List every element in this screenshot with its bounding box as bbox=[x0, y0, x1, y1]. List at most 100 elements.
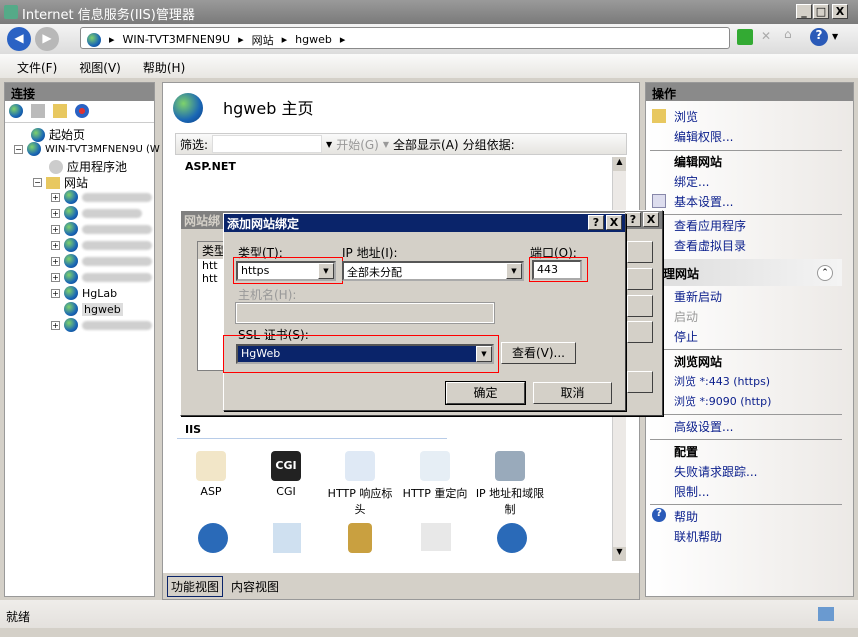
tree-item-site[interactable]: + bbox=[51, 190, 152, 204]
show-all-button[interactable]: 全部显示(A) bbox=[393, 136, 459, 153]
group-by-label[interactable]: 分组依据: bbox=[463, 136, 515, 153]
tree-item-site[interactable]: + bbox=[51, 270, 152, 284]
stop-icon[interactable]: ✕ bbox=[761, 29, 771, 43]
chevron-down-icon[interactable]: ▼ bbox=[506, 263, 522, 279]
tree-item-server[interactable]: − WIN-TVT3MFNEN9U (W bbox=[14, 142, 160, 156]
close-button[interactable]: X bbox=[832, 4, 848, 19]
cancel-button[interactable]: 取消 bbox=[533, 382, 612, 404]
action-browse-443[interactable]: 浏览 *:443 (https) bbox=[674, 373, 770, 389]
webdav-icon[interactable] bbox=[497, 523, 527, 553]
view-cert-button[interactable]: 查看(V)... bbox=[501, 342, 576, 364]
collapse-icon[interactable]: − bbox=[14, 144, 23, 154]
scroll-up-button[interactable]: ▲ bbox=[613, 157, 626, 171]
menu-bar: 文件(F) 视图(V) 帮助(H) bbox=[0, 54, 858, 78]
url-rewrite-icon[interactable] bbox=[421, 523, 451, 551]
filter-input[interactable] bbox=[212, 135, 323, 153]
dialog-close-button[interactable]: X bbox=[606, 215, 622, 230]
action-stop[interactable]: 停止 bbox=[674, 328, 698, 345]
expand-icon[interactable]: + bbox=[51, 288, 60, 298]
feature-asp[interactable]: ASP bbox=[176, 451, 246, 498]
tree-item-start-page[interactable]: 起始页 bbox=[31, 126, 85, 143]
basic-settings-icon bbox=[652, 194, 666, 208]
browse-binding-button[interactable] bbox=[627, 321, 653, 343]
binding-row[interactable]: htt bbox=[198, 272, 226, 285]
start-filter-button[interactable]: 开始(G) bbox=[336, 136, 379, 153]
action-browse[interactable]: 浏览 bbox=[674, 108, 698, 125]
action-edit-permissions[interactable]: 编辑权限... bbox=[674, 128, 733, 145]
tree-item-sites[interactable]: − 网站 bbox=[33, 174, 88, 191]
tree-item-site[interactable]: + bbox=[51, 318, 152, 332]
tab-features-view[interactable]: 功能视图 bbox=[167, 575, 224, 597]
section-aspnet: ASP.NET bbox=[185, 160, 236, 173]
feature-http-redirect[interactable]: HTTP 重定向 bbox=[400, 451, 470, 501]
dialog-help-button[interactable]: ? bbox=[588, 215, 604, 230]
manage-site-header: 理网站 bbox=[663, 267, 700, 281]
save-icon[interactable] bbox=[31, 104, 45, 118]
tree-item-site[interactable]: + bbox=[51, 206, 142, 220]
chevron-down-icon[interactable]: ▼ bbox=[383, 140, 389, 149]
home-icon[interactable]: ⌂ bbox=[784, 27, 792, 41]
back-button[interactable]: ◀ bbox=[7, 27, 31, 51]
feature-cgi[interactable]: CGI CGI bbox=[251, 451, 321, 498]
action-help[interactable]: 帮助 bbox=[674, 508, 698, 525]
action-restart[interactable]: 重新启动 bbox=[674, 288, 722, 305]
tree-item-site[interactable]: + bbox=[51, 222, 152, 236]
action-bindings[interactable]: 绑定... bbox=[674, 173, 709, 190]
window-title: Internet 信息服务(IIS)管理器 bbox=[22, 8, 195, 23]
action-view-virtual-dirs[interactable]: 查看虚拟目录 bbox=[674, 237, 746, 254]
close-bindings-button[interactable] bbox=[627, 371, 653, 393]
feature-http-headers[interactable]: HTTP 响应标头 bbox=[325, 451, 395, 517]
add-binding-button[interactable] bbox=[627, 241, 653, 263]
breadcrumb-site[interactable]: hgweb bbox=[295, 33, 332, 46]
tree-item-hgweb[interactable]: hgweb bbox=[64, 302, 123, 316]
edit-binding-button[interactable] bbox=[627, 268, 653, 290]
ssl-settings-icon[interactable] bbox=[348, 523, 372, 553]
breadcrumb-server[interactable]: WIN-TVT3MFNEN9U bbox=[123, 33, 231, 46]
action-view-applications[interactable]: 查看应用程序 bbox=[674, 217, 746, 234]
address-bar[interactable]: ▸ WIN-TVT3MFNEN9U ▸ 网站 ▸ hgweb ▸ bbox=[80, 27, 730, 49]
ok-button[interactable]: 确定 bbox=[445, 381, 526, 405]
ip-label: IP 地址(I): bbox=[342, 246, 398, 260]
http-headers-icon bbox=[345, 451, 375, 481]
chevron-down-icon[interactable]: ▼ bbox=[832, 32, 838, 41]
action-basic-settings[interactable]: 基本设置... bbox=[674, 193, 733, 210]
binding-row[interactable]: htt bbox=[198, 259, 226, 272]
site-icon bbox=[64, 286, 78, 300]
collapse-icon[interactable]: − bbox=[33, 178, 42, 187]
chevron-down-icon[interactable]: ▼ bbox=[326, 140, 332, 149]
menu-file[interactable]: 文件(F) bbox=[17, 59, 57, 78]
bindings-close-button[interactable]: X bbox=[643, 212, 659, 227]
column-type[interactable]: 类型 bbox=[198, 242, 226, 259]
maximize-button[interactable]: □ bbox=[813, 4, 829, 19]
cgi-icon: CGI bbox=[271, 451, 301, 481]
action-failed-request-tracing[interactable]: 失败请求跟踪... bbox=[674, 463, 757, 480]
menu-help[interactable]: 帮助(H) bbox=[143, 59, 185, 78]
action-advanced-settings[interactable]: 高级设置... bbox=[674, 418, 733, 435]
tree-item-hglab[interactable]: + HgLab bbox=[51, 286, 117, 300]
breadcrumb-sites[interactable]: 网站 bbox=[252, 32, 274, 48]
action-limits[interactable]: 限制... bbox=[674, 483, 709, 500]
help-icon[interactable]: ? bbox=[810, 28, 828, 46]
action-browse-9090[interactable]: 浏览 *:9090 (http) bbox=[674, 393, 771, 409]
bindings-help-button[interactable]: ? bbox=[625, 212, 641, 227]
menu-view[interactable]: 视图(V) bbox=[79, 59, 121, 78]
scroll-down-button[interactable]: ▼ bbox=[613, 547, 626, 561]
mime-types-icon[interactable] bbox=[273, 523, 301, 553]
tree-item-app-pools[interactable]: 应用程序池 bbox=[49, 158, 127, 175]
collapse-section-icon[interactable]: ⌃ bbox=[817, 265, 833, 281]
ip-address-select[interactable]: 全部未分配 ▼ bbox=[342, 261, 524, 281]
connect-icon[interactable] bbox=[9, 104, 23, 118]
tab-content-view[interactable]: 内容视图 bbox=[231, 578, 279, 595]
add-binding-title: 添加网站绑定 bbox=[224, 214, 625, 232]
forward-button[interactable]: ▶ bbox=[35, 27, 59, 51]
action-online-help[interactable]: 联机帮助 bbox=[674, 528, 722, 545]
remove-binding-button[interactable] bbox=[627, 295, 653, 317]
up-folder-icon[interactable] bbox=[53, 104, 67, 118]
minimize-button[interactable]: _ bbox=[796, 4, 812, 19]
tree-item-site[interactable]: + bbox=[51, 238, 152, 252]
feature-ip-restrictions[interactable]: IP 地址和域限制 bbox=[475, 451, 545, 517]
refresh-icon[interactable] bbox=[737, 29, 753, 45]
disconnect-icon[interactable] bbox=[75, 104, 89, 118]
request-filtering-icon[interactable] bbox=[198, 523, 228, 553]
tree-item-site[interactable]: + bbox=[51, 254, 152, 268]
